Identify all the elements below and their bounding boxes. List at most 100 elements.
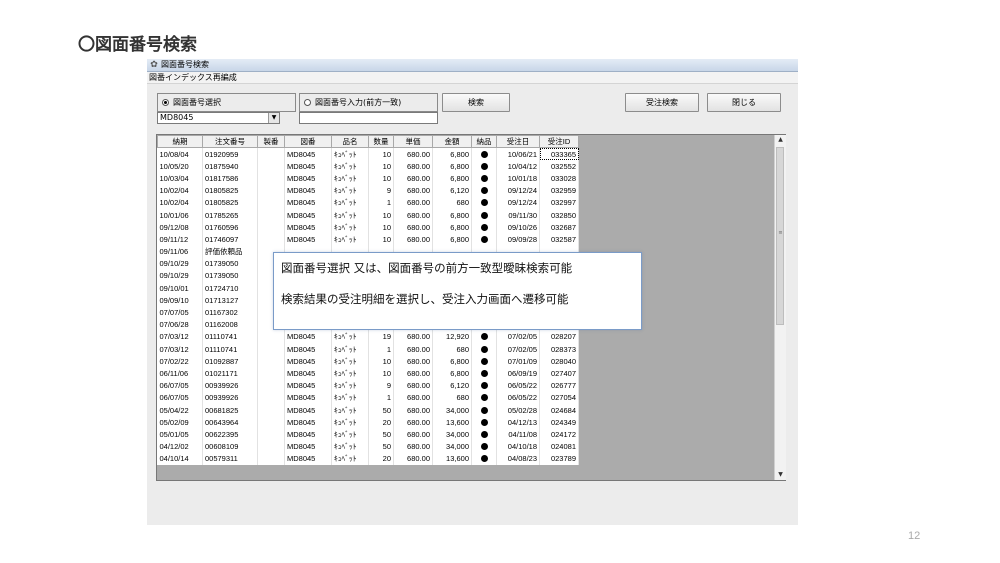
- radio-checked-icon: [162, 99, 169, 106]
- radio-input-label: 図面番号入力(前方一致): [315, 98, 402, 107]
- menu-item-reindex[interactable]: 図番インデックス再編成: [149, 73, 237, 82]
- table-cell: ｷｭﾍﾞｯﾄ: [331, 343, 369, 356]
- table-cell: 01167302: [202, 306, 258, 319]
- table-cell: 6,800: [432, 172, 472, 185]
- radio-select-label: 図面番号選択: [173, 98, 221, 107]
- table-row[interactable]: 04/10/14 00579311 MD8045 ｷｭﾍﾞｯﾄ 20 680.00 13,6…: [157, 452, 579, 465]
- radio-select-drawing[interactable]: 図面番号選択: [157, 93, 296, 112]
- column-header[interactable]: 数量: [368, 135, 394, 148]
- table-row[interactable]: 10/08/04 01920959 MD8045 ｷｭﾍﾞｯﾄ 10 680.00 6,80…: [157, 147, 579, 161]
- table-cell: 09/11/30: [496, 208, 540, 222]
- table-row[interactable]: 09/11/12 01746097 MD8045 ｷｭﾍﾞｯﾄ 10 680.00 6,80…: [157, 233, 579, 246]
- delivered-cell: [471, 343, 497, 356]
- table-cell: [257, 208, 285, 222]
- scroll-thumb[interactable]: [776, 147, 784, 325]
- table-cell: 10: [368, 172, 394, 185]
- table-cell: 680.00: [393, 440, 433, 453]
- column-header[interactable]: 受注ID: [539, 135, 579, 148]
- table-cell: 6,120: [432, 184, 472, 197]
- delivered-cell: [471, 379, 497, 392]
- close-button[interactable]: 閉じる: [707, 93, 781, 112]
- table-cell: 19: [368, 330, 394, 343]
- drawing-number-combo[interactable]: MD8045 ▼: [157, 112, 280, 124]
- table-cell: 6,800: [432, 221, 472, 234]
- column-header[interactable]: 製番: [257, 135, 285, 148]
- table-cell: 680.00: [393, 391, 433, 404]
- table-cell: 6,800: [432, 160, 472, 173]
- window-title: 図面番号検索: [161, 60, 209, 69]
- table-row[interactable]: 05/04/22 00681825 MD8045 ｷｭﾍﾞｯﾄ 50 680.00 34,0…: [157, 403, 579, 417]
- delivered-cell: [471, 221, 497, 234]
- table-cell: ｷｭﾍﾞｯﾄ: [331, 367, 369, 380]
- table-cell: [257, 428, 285, 441]
- scroll-down-icon[interactable]: ▼: [775, 470, 786, 480]
- table-cell: 09/09/28: [496, 233, 540, 246]
- table-cell: 024081: [539, 440, 579, 453]
- delivered-dot-icon: [480, 443, 488, 451]
- column-header[interactable]: 金額: [432, 135, 472, 148]
- order-search-button[interactable]: 受注検索: [625, 93, 699, 112]
- table-row[interactable]: 06/07/05 00939926 MD8045 ｷｭﾍﾞｯﾄ 1 680.00 680 06…: [157, 391, 579, 404]
- table-cell: 01110741: [202, 343, 258, 356]
- table-cell: ｷｭﾍﾞｯﾄ: [331, 379, 369, 392]
- table-row[interactable]: 06/07/05 00939926 MD8045 ｷｭﾍﾞｯﾄ 9 680.00 6,120…: [157, 379, 579, 392]
- table-cell: 680: [432, 196, 472, 209]
- table-cell: 032687: [539, 221, 579, 234]
- column-header[interactable]: 品名: [331, 135, 369, 148]
- table-row[interactable]: 07/03/12 01110741 MD8045 ｷｭﾍﾞｯﾄ 19 680.00 12,9…: [157, 330, 579, 343]
- table-cell: [257, 160, 285, 173]
- table-cell: 10: [368, 221, 394, 234]
- table-row[interactable]: 06/11/06 01021171 MD8045 ｷｭﾍﾞｯﾄ 10 680.00 6,80…: [157, 367, 579, 380]
- scroll-up-icon[interactable]: ▲: [775, 135, 786, 145]
- table-cell: 024684: [539, 403, 579, 417]
- table-cell: ｷｭﾍﾞｯﾄ: [331, 428, 369, 441]
- table-cell: 032997: [539, 196, 579, 209]
- grid-scrollbar[interactable]: ▲ ≡ ▼: [774, 135, 786, 480]
- delivered-dot-icon: [480, 199, 488, 207]
- table-cell: 680.00: [393, 160, 433, 173]
- delivered-dot-icon: [480, 223, 488, 231]
- delivered-cell: [471, 233, 497, 246]
- table-cell: 680.00: [393, 355, 433, 368]
- table-row[interactable]: 10/02/04 01805825 MD8045 ｷｭﾍﾞｯﾄ 9 680.00 6,120…: [157, 184, 579, 197]
- delivered-cell: [471, 355, 497, 368]
- column-header[interactable]: 納期: [157, 135, 203, 148]
- table-row[interactable]: 07/02/22 01092887 MD8045 ｷｭﾍﾞｯﾄ 10 680.00 6,80…: [157, 355, 579, 368]
- column-header[interactable]: 注文番号: [202, 135, 258, 148]
- grid-header-row: 納期 注文番号 製番 図番 品名 数量 単価 金額 納品 受注日 受注ID: [157, 135, 579, 148]
- column-header[interactable]: 受注日: [496, 135, 540, 148]
- column-header[interactable]: 単価: [393, 135, 433, 148]
- search-button[interactable]: 検索: [442, 93, 510, 112]
- delivered-cell: [471, 330, 497, 343]
- table-row[interactable]: 09/12/08 01760596 MD8045 ｷｭﾍﾞｯﾄ 10 680.00 6,80…: [157, 221, 579, 234]
- table-row[interactable]: 10/01/06 01785265 MD8045 ｷｭﾍﾞｯﾄ 10 680.00 6,80…: [157, 208, 579, 222]
- table-row[interactable]: 05/01/05 00622395 MD8045 ｷｭﾍﾞｯﾄ 50 680.00 34,0…: [157, 428, 579, 441]
- column-header[interactable]: 図番: [284, 135, 332, 148]
- table-cell: MD8045: [284, 416, 332, 429]
- table-cell: ｷｭﾍﾞｯﾄ: [331, 208, 369, 222]
- table-row[interactable]: 10/02/04 01805825 MD8045 ｷｭﾍﾞｯﾄ 1 680.00 680 09…: [157, 196, 579, 209]
- delivered-cell: [471, 196, 497, 209]
- callout-line-2: 検索結果の受注明細を選択し、受注入力画面へ遷移可能: [281, 292, 569, 306]
- combo-value: MD8045: [160, 113, 194, 122]
- table-cell: 6,800: [432, 208, 472, 222]
- table-cell: 680: [432, 391, 472, 404]
- delivered-cell: [471, 416, 497, 429]
- table-row[interactable]: 04/12/02 00608109 MD8045 ｷｭﾍﾞｯﾄ 50 680.00 34,0…: [157, 440, 579, 453]
- table-cell: 680.00: [393, 428, 433, 441]
- column-header[interactable]: 納品: [471, 135, 497, 148]
- chevron-down-icon[interactable]: ▼: [268, 113, 279, 123]
- drawing-number-input[interactable]: [299, 112, 438, 124]
- radio-input-drawing[interactable]: 図面番号入力(前方一致): [299, 93, 438, 112]
- table-cell: 07/03/12: [157, 343, 203, 356]
- table-row[interactable]: 10/05/20 01875940 MD8045 ｷｭﾍﾞｯﾄ 10 680.00 6,80…: [157, 160, 579, 173]
- delivered-dot-icon: [480, 174, 488, 182]
- table-row[interactable]: 07/03/12 01110741 MD8045 ｷｭﾍﾞｯﾄ 1 680.00 680 07…: [157, 343, 579, 356]
- table-cell: 04/12/02: [157, 440, 203, 453]
- table-row[interactable]: 05/02/09 00643964 MD8045 ｷｭﾍﾞｯﾄ 20 680.00 13,6…: [157, 416, 579, 429]
- table-cell: 01746097: [202, 233, 258, 246]
- table-row[interactable]: 10/03/04 01817586 MD8045 ｷｭﾍﾞｯﾄ 10 680.00 6,80…: [157, 172, 579, 185]
- table-cell: ｷｭﾍﾞｯﾄ: [331, 160, 369, 173]
- table-cell: 6,800: [432, 355, 472, 368]
- table-cell: 00939926: [202, 379, 258, 392]
